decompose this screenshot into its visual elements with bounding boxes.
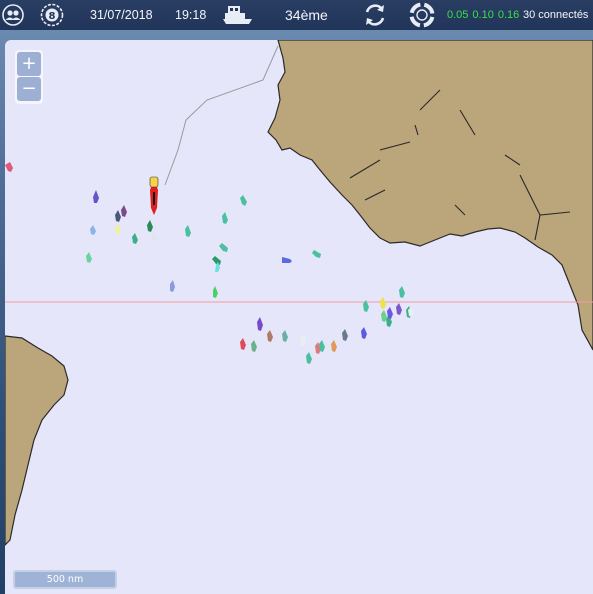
rank-text: 34ème xyxy=(285,7,328,23)
boat-marker xyxy=(342,329,348,341)
boat-marker xyxy=(387,307,393,319)
badge-count: 8 xyxy=(49,11,56,22)
zoom-control: + − xyxy=(15,50,43,104)
boat-marker xyxy=(115,224,121,234)
boat-marker xyxy=(151,232,157,242)
boat-marker xyxy=(399,286,405,298)
boat-marker xyxy=(219,243,228,252)
boat-marker xyxy=(300,334,306,346)
date-text: 31/07/2018 xyxy=(90,8,153,22)
boat-marker xyxy=(121,205,127,217)
route-line xyxy=(164,45,279,186)
boat-marker xyxy=(240,195,247,206)
africa-landmass xyxy=(267,40,593,351)
map-view[interactable]: + − 500 nm xyxy=(5,40,593,594)
boat-marker xyxy=(5,162,13,172)
boat-marker xyxy=(132,233,138,244)
boat-button[interactable] xyxy=(222,0,254,30)
scale-bar: 500 nm xyxy=(13,570,117,589)
boat-marker xyxy=(90,225,96,235)
boat-marker xyxy=(319,340,325,352)
top-toolbar: 8 31/07/2018 19:18 34ème 0.05 0.10 0.16 xyxy=(0,0,593,30)
own-boat-marker[interactable] xyxy=(149,176,159,215)
boat-marker xyxy=(331,340,337,352)
users-button[interactable] xyxy=(2,0,24,30)
speed-value-1: 0.05 xyxy=(447,9,469,21)
map-canvas[interactable] xyxy=(5,40,593,594)
users-icon xyxy=(2,4,24,26)
boat-icon xyxy=(223,6,252,24)
boat-marker xyxy=(267,330,273,342)
boat-marker xyxy=(212,256,221,265)
speed-value-2: 0.10 xyxy=(472,9,494,21)
boat-marker xyxy=(396,303,402,315)
boat-marker xyxy=(380,297,386,309)
boat-marker xyxy=(282,257,292,263)
speed-values: 0.05 0.10 0.16 xyxy=(447,0,519,30)
boat-marker xyxy=(93,190,99,203)
zoom-out-button[interactable]: − xyxy=(17,77,41,101)
refresh-button[interactable] xyxy=(362,0,388,30)
boat-marker xyxy=(381,310,387,322)
boat-marker xyxy=(251,340,257,352)
boat-marker xyxy=(115,210,121,222)
boat-marker xyxy=(306,352,312,364)
boat-marker xyxy=(185,225,191,237)
boat-marker xyxy=(170,280,175,292)
south-america-landmass xyxy=(5,335,69,546)
boat-marker xyxy=(213,286,218,298)
boat-marker xyxy=(86,252,92,263)
time-text: 19:18 xyxy=(175,8,207,22)
boat-marker xyxy=(240,338,246,350)
badge-icon: 8 xyxy=(40,3,64,27)
lifebuoy-button[interactable] xyxy=(409,0,435,30)
boat-marker xyxy=(147,220,153,232)
badge-button[interactable]: 8 xyxy=(40,0,64,30)
refresh-icon xyxy=(365,4,385,26)
zoom-in-button[interactable]: + xyxy=(17,52,41,76)
boat-marker xyxy=(361,327,367,339)
lifebuoy-icon xyxy=(409,2,435,28)
scale-label: 500 nm xyxy=(46,574,84,585)
speed-value-3: 0.16 xyxy=(497,9,520,21)
boat-marker xyxy=(222,212,228,224)
boat-marker xyxy=(312,250,321,258)
boat-marker xyxy=(257,317,263,331)
connected-count: 30 connectés xyxy=(523,9,589,21)
boat-marker xyxy=(282,330,288,342)
